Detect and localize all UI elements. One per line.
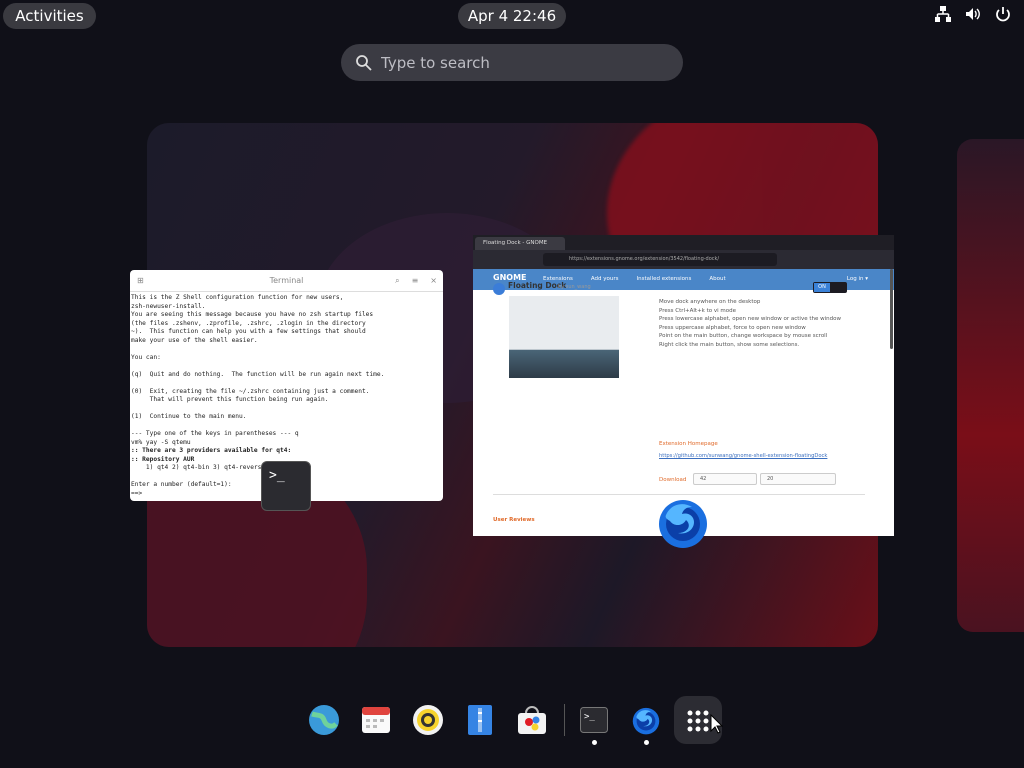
top-bar: Activities Apr 4 22:46 [0, 0, 1024, 32]
extension-description: Move dock anywhere on the desktop Press … [659, 298, 859, 350]
site-nav-item: Installed extensions [636, 276, 692, 282]
description-line: Right click the main button, show some s… [659, 341, 800, 348]
user-reviews-heading: User Reviews [493, 517, 535, 523]
search-bar[interactable] [341, 44, 683, 81]
software-store-icon[interactable] [510, 696, 554, 744]
web-browser-icon[interactable] [302, 696, 346, 744]
extension-version-select: 20 [760, 473, 836, 485]
terminal-line: You are seeing this message because you … [131, 311, 374, 318]
close-icon: × [430, 276, 437, 285]
browser-tab: Floating Dock - GNOME [475, 237, 565, 250]
workspace-2[interactable] [957, 139, 1024, 632]
firefox-app-icon [659, 500, 707, 548]
search-icon [356, 55, 372, 71]
toolbar: https://extensions.gnome.org/extension/3… [473, 250, 894, 269]
terminal-title: Terminal [269, 276, 304, 285]
terminal-line: ~). This function can help you with a fe… [131, 328, 366, 335]
dock: >_ [300, 692, 724, 748]
terminal-line: --- Type one of the keys in parentheses … [131, 430, 299, 437]
terminal-icon[interactable]: >_ [572, 696, 616, 745]
download-label: Download [659, 477, 687, 483]
site-nav-item: About [709, 276, 726, 282]
extension-screenshot [509, 296, 619, 378]
homepage-label: Extension Homepage [659, 441, 718, 447]
terminal-titlebar: ⊞ Terminal ⌕ ≡ × [130, 270, 443, 292]
terminal-line: You can: [131, 353, 161, 361]
terminal-line: This is the Z Shell configuration functi… [131, 294, 344, 301]
site-nav-item: Add yours [590, 276, 619, 282]
music-player-icon[interactable] [406, 696, 450, 744]
clock-button[interactable]: Apr 4 22:46 [458, 3, 566, 29]
description-line: Press Ctrl+Alt+k to vi mode [659, 307, 737, 314]
running-indicator [592, 740, 597, 745]
tab-bar: Floating Dock - GNOME [473, 235, 894, 250]
search-input[interactable] [381, 44, 671, 81]
running-indicator [644, 740, 649, 745]
scrollbar [890, 269, 893, 349]
description-line: Press lowercase alphabet, open new windo… [659, 316, 841, 323]
text-editor-icon[interactable] [458, 696, 502, 744]
description-line: Move dock anywhere on the desktop [659, 299, 761, 305]
calendar-icon[interactable] [354, 696, 398, 744]
network-icon[interactable] [934, 5, 952, 27]
extension-icon [493, 283, 505, 295]
volume-icon[interactable] [964, 5, 982, 27]
new-tab-icon: ⊞ [137, 276, 144, 285]
homepage-link: https://github.com/sunwang/gnome-shell-e… [659, 453, 828, 459]
terminal-line: (1) Continue to the main menu. [131, 413, 247, 420]
terminal-line: :: There are 3 providers available for q… [131, 447, 292, 454]
firefox-icon[interactable] [624, 696, 668, 745]
dock-separator [564, 704, 565, 736]
terminal-line: zsh-newuser-install. [131, 302, 206, 310]
firefox-window[interactable]: Floating Dock - GNOME https://extensions… [473, 235, 894, 536]
url-bar: https://extensions.gnome.org/extension/3… [543, 253, 777, 266]
system-menu[interactable] [934, 4, 1012, 28]
description-line: Point on the main button, change workspa… [659, 333, 828, 340]
description-line: Press uppercase alphabet, force to open … [659, 324, 806, 331]
svg-text:>_: >_ [584, 712, 595, 722]
terminal-line: (the files .zshenv, .zprofile, .zshrc, .… [131, 319, 366, 327]
terminal-app-icon: >_ [261, 461, 311, 511]
terminal-line: (0) Exit, creating the file ~/.zshrc con… [131, 387, 370, 395]
mouse-cursor-icon [710, 714, 724, 734]
terminal-line: That will prevent this function being ru… [131, 396, 329, 403]
terminal-line: make your use of the shell easier. [131, 336, 258, 344]
power-icon[interactable] [994, 5, 1012, 27]
terminal-line: vm% yay -S qtemu [131, 438, 191, 446]
login-link: Log in ▾ [846, 276, 868, 282]
search-icon: ⌕ [395, 276, 400, 285]
menu-icon: ≡ [411, 276, 419, 285]
activities-button[interactable]: Activities [3, 3, 96, 29]
terminal-line: (q) Quit and do nothing. The function wi… [131, 370, 385, 378]
extension-author: by sun_wang [558, 284, 591, 290]
extension-toggle: ON [813, 282, 847, 293]
shell-version-select: 42 [693, 473, 757, 485]
